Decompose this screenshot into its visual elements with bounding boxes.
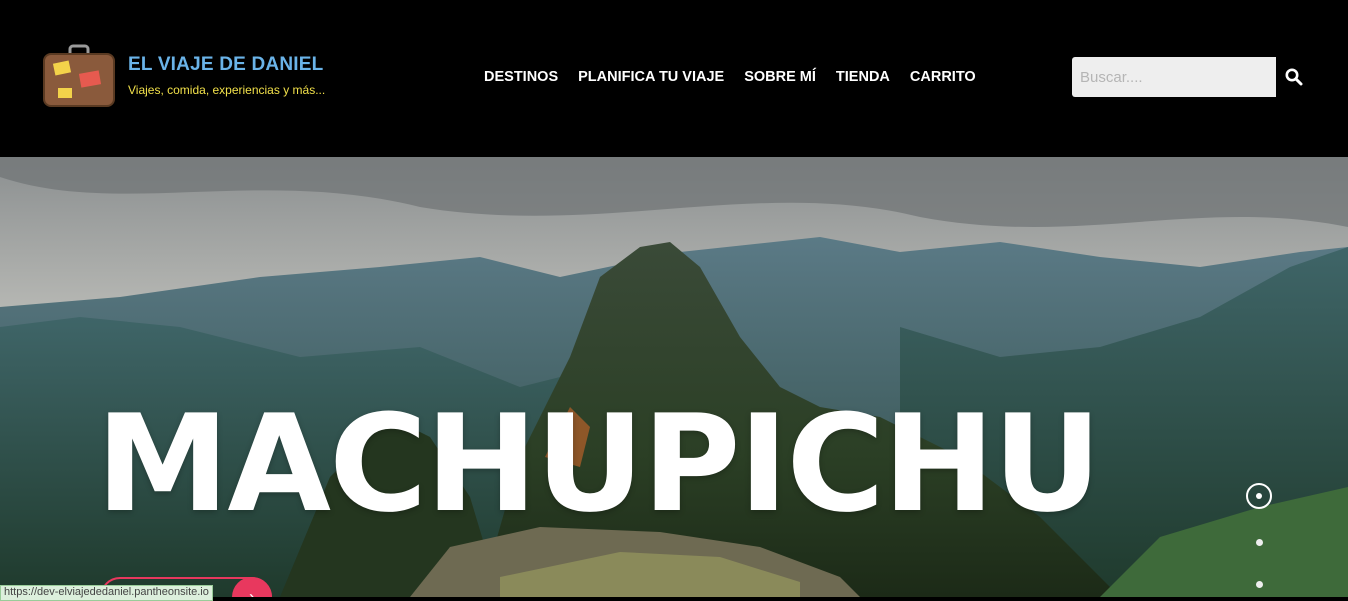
suitcase-logo-icon[interactable] [40, 44, 118, 108]
nav-item-planifica[interactable]: PLANIFICA TU VIAJE [568, 67, 734, 87]
slider-dot[interactable] [1256, 539, 1263, 546]
site-title[interactable]: EL VIAJE DE DANIEL [128, 54, 323, 76]
hero-slider: MACHUPICHU › [0, 157, 1348, 597]
main-nav: DESTINOS PLANIFICA TU VIAJE SOBRE MÍ TIE… [474, 67, 986, 87]
nav-item-sobre-mi[interactable]: SOBRE MÍ [734, 67, 826, 87]
hero-title: MACHUPICHU [96, 386, 1102, 542]
site-header: EL VIAJE DE DANIEL Viajes, comida, exper… [0, 0, 1348, 157]
nav-item-tienda[interactable]: TIENDA [826, 67, 900, 87]
search-button[interactable] [1276, 57, 1312, 97]
nav-item-carrito[interactable]: CARRITO [900, 67, 986, 87]
slider-dot[interactable] [1256, 581, 1263, 588]
nav-item-destinos[interactable]: DESTINOS [474, 67, 568, 87]
slider-pagination [1246, 483, 1278, 597]
browser-status-url: https://dev-elviajededaniel.pantheonsite… [0, 585, 213, 601]
search-input[interactable] [1072, 57, 1276, 97]
site-tagline: Viajes, comida, experiencias y más... [128, 83, 326, 97]
slider-dot-active[interactable] [1246, 483, 1272, 509]
search-box [1072, 57, 1312, 97]
search-icon [1285, 68, 1303, 86]
